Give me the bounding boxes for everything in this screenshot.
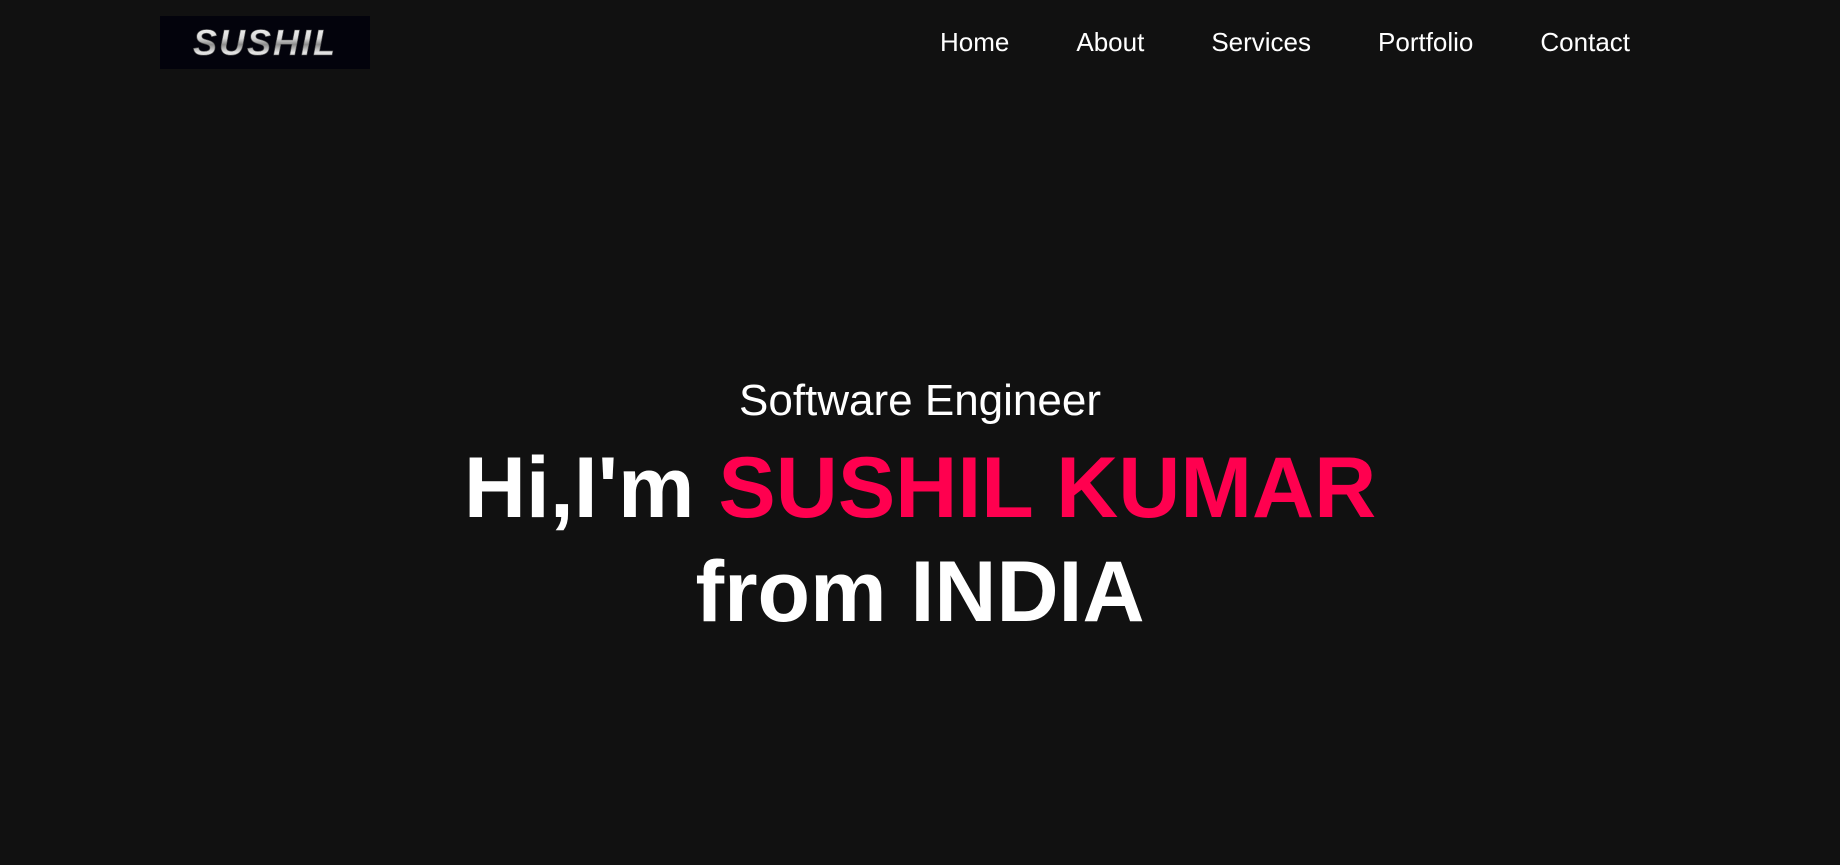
navbar: SUSHIL Home About Services Portfolio Con…	[0, 0, 1840, 84]
hero-subtitle: Software Engineer	[739, 376, 1101, 425]
logo-text: SUSHIL	[193, 22, 337, 63]
hero-greeting: Hi,I'm	[463, 440, 719, 536]
nav-about-link[interactable]: About	[1076, 22, 1144, 62]
page: SUSHIL Home About Services Portfolio Con…	[0, 0, 1840, 865]
hero-name: SUSHIL KUMAR	[718, 440, 1377, 536]
hero-title: Hi,I'm SUSHIL KUMAR from INDIA	[0, 436, 1840, 644]
nav-contact-link[interactable]: Contact	[1540, 22, 1630, 62]
nav-home-link[interactable]: Home	[940, 22, 1009, 62]
nav-menu: Home About Services Portfolio Contact	[940, 22, 1630, 62]
logo[interactable]: SUSHIL	[160, 16, 370, 69]
nav-portfolio-link[interactable]: Portfolio	[1378, 22, 1473, 62]
logo-image: SUSHIL	[193, 21, 337, 63]
nav-services-link[interactable]: Services	[1211, 22, 1311, 62]
hero-location: from INDIA	[695, 544, 1145, 640]
hero-section: Software Engineer Hi,I'm SUSHIL KUMAR fr…	[0, 370, 1840, 644]
